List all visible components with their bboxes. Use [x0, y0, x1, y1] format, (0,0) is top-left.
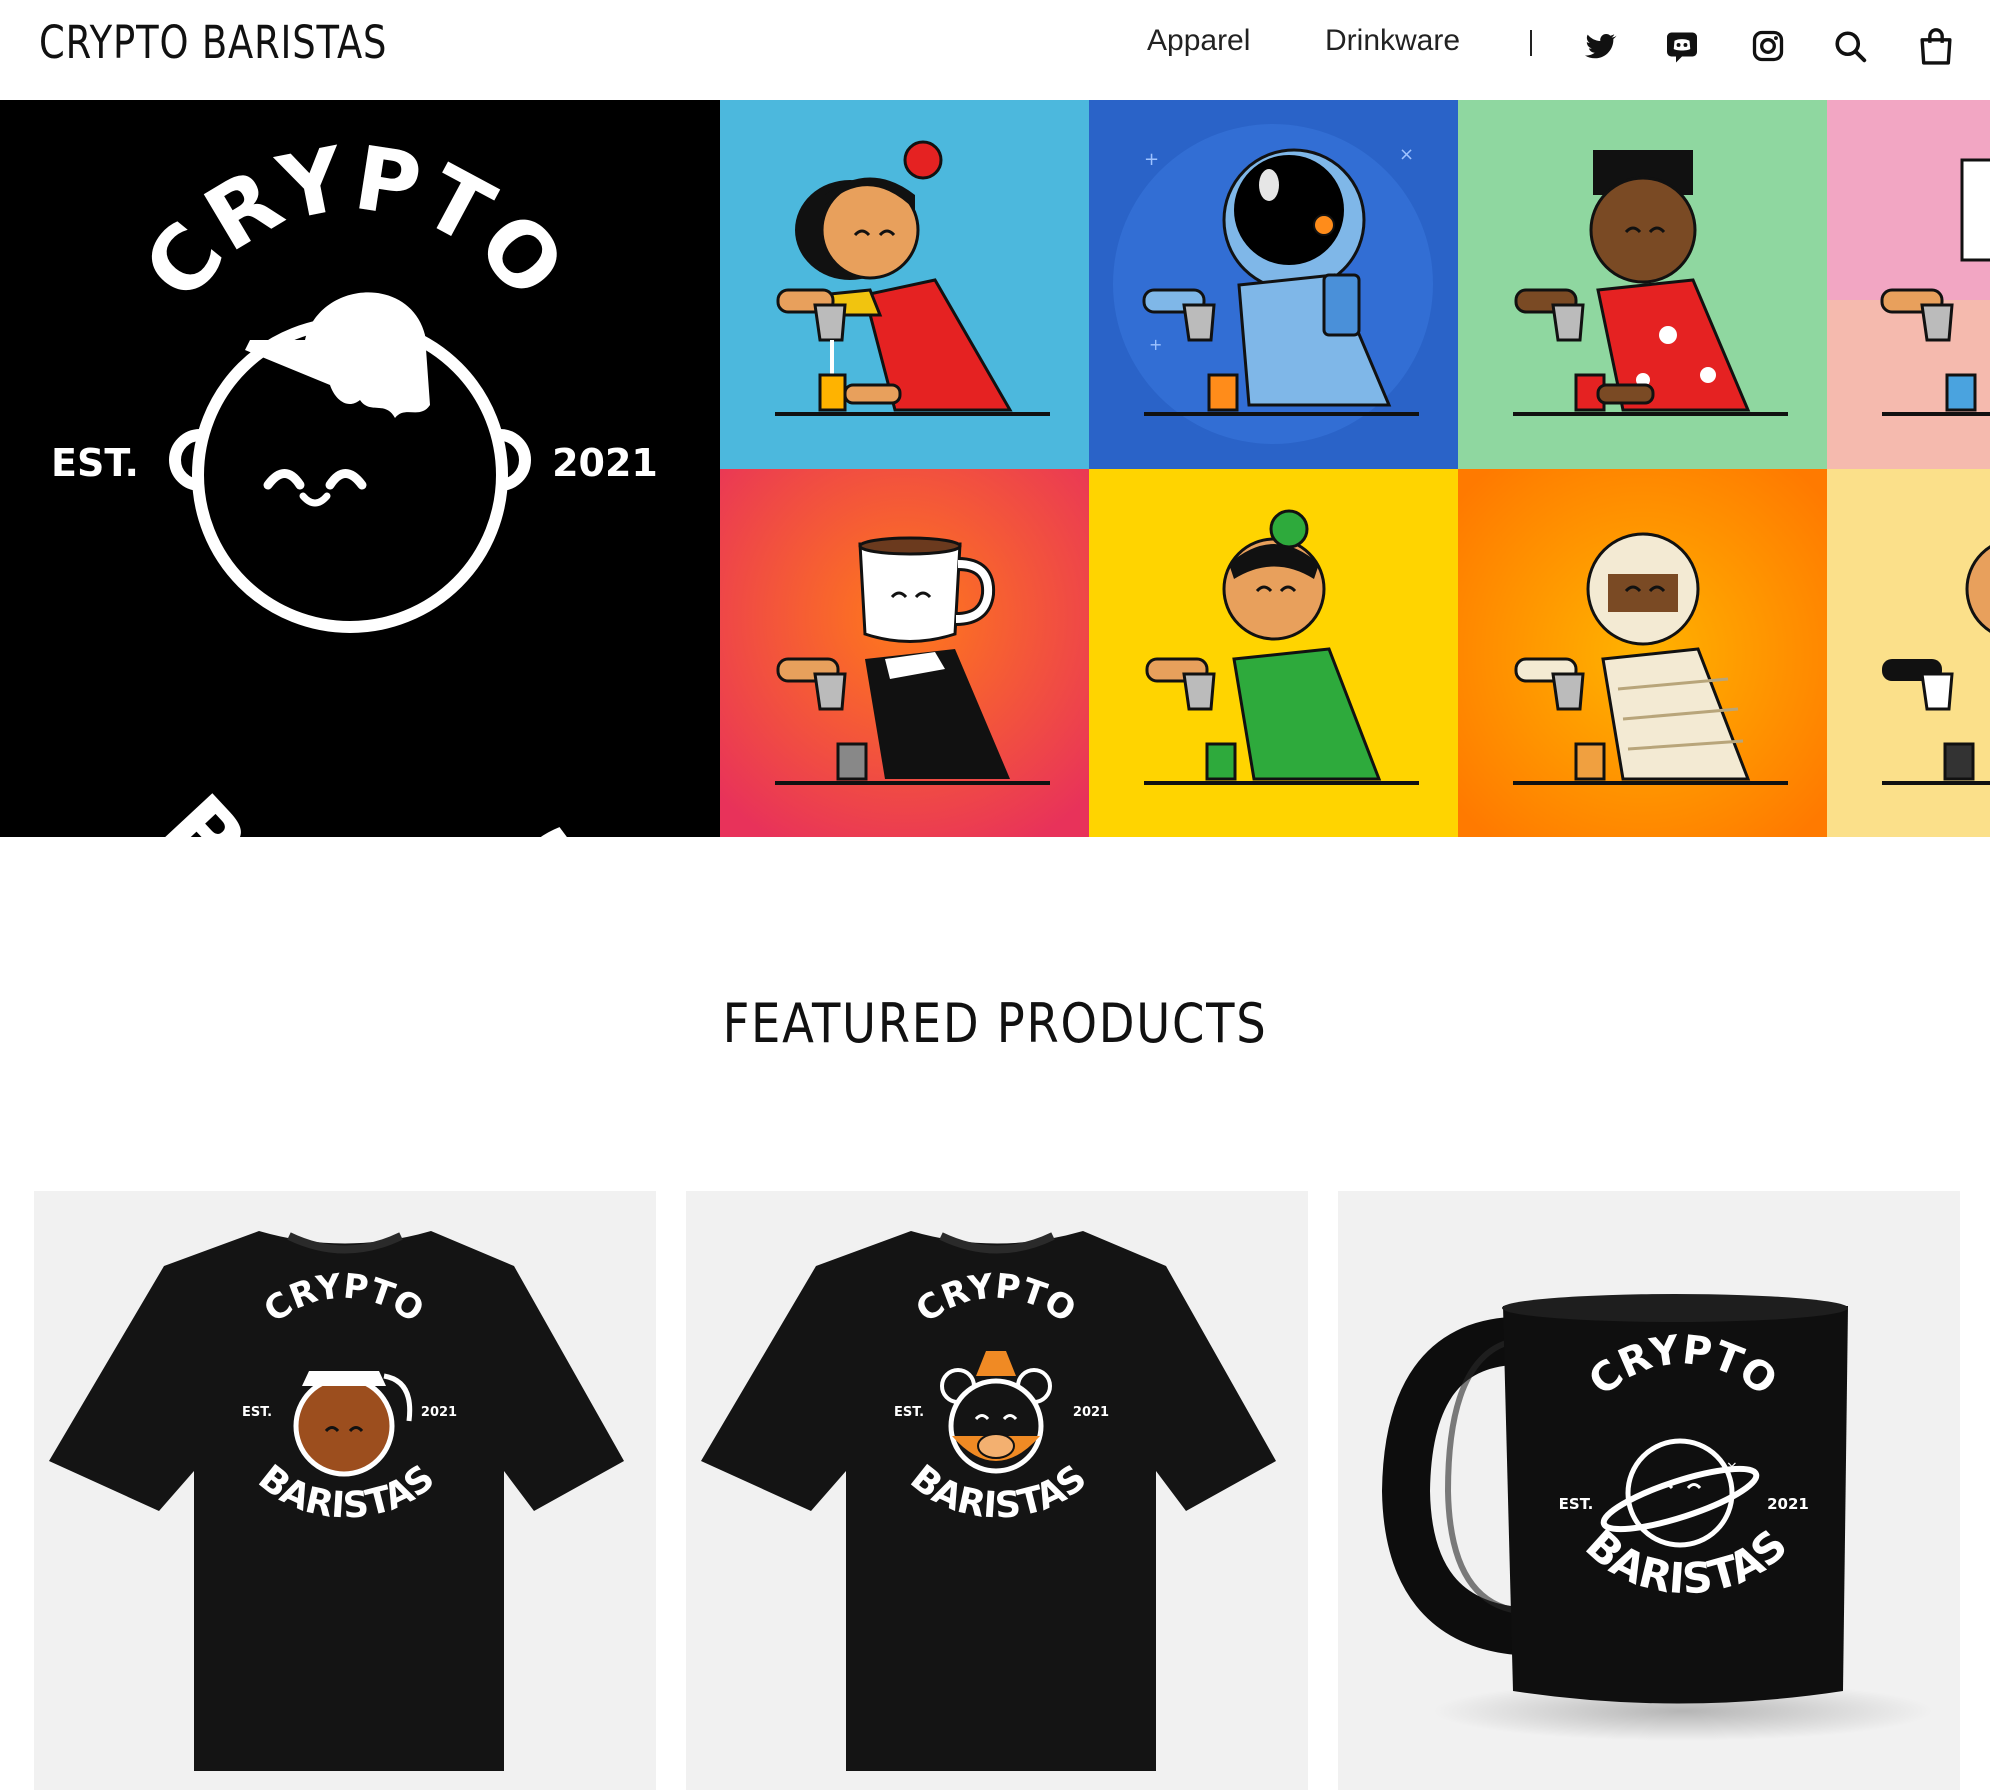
- svg-text:2021: 2021: [421, 1405, 457, 1420]
- svg-text:+: +: [1149, 335, 1162, 354]
- nav-separator: [1530, 30, 1532, 56]
- svg-text:2021: 2021: [1767, 1495, 1809, 1513]
- hero-tile-milk-carton[interactable]: [1827, 100, 1990, 469]
- svg-text:×: ×: [1399, 144, 1414, 165]
- hero-banner: CRYPTO BARISTAS EST. 2021: [0, 100, 1990, 837]
- hero-tile-mug-head[interactable]: [720, 469, 1089, 837]
- hero-tile-red-cap-barista[interactable]: [720, 100, 1089, 469]
- hero-tile-astronaut[interactable]: + × +: [1089, 100, 1458, 469]
- product-card-tshirt-bear[interactable]: CRYPTO BARISTAS EST. 2021: [686, 1191, 1308, 1790]
- hero-brand-logo: CRYPTO BARISTAS EST. 2021: [0, 100, 720, 837]
- svg-text:EST.: EST.: [894, 1405, 924, 1420]
- product-card-tshirt-coffee-pot[interactable]: CRYPTO BARISTAS EST. 2021: [34, 1191, 656, 1790]
- hero-tile-hawaiian-barista[interactable]: [1458, 100, 1827, 469]
- nav-apparel[interactable]: Apparel: [1147, 24, 1250, 58]
- svg-text:+: +: [1144, 149, 1159, 170]
- cart-icon[interactable]: [1917, 26, 1955, 66]
- hero-tile-green-cap-barista[interactable]: [1089, 469, 1458, 837]
- product-card-mug-planet[interactable]: CRYPTO BARISTAS EST. 2021 ×: [1338, 1191, 1960, 1790]
- twitter-icon[interactable]: [1582, 28, 1618, 64]
- hero-tile-mummy[interactable]: [1458, 469, 1827, 837]
- discord-icon[interactable]: [1664, 28, 1700, 64]
- svg-text:EST.: EST.: [1559, 1495, 1594, 1513]
- instagram-icon[interactable]: [1750, 28, 1786, 64]
- hero-tile-beanie-barista[interactable]: [1827, 469, 1990, 837]
- nav-drinkware[interactable]: Drinkware: [1325, 24, 1460, 58]
- search-icon[interactable]: [1832, 28, 1868, 64]
- svg-text:EST.: EST.: [242, 1405, 272, 1420]
- svg-text:CRYPTO: CRYPTO: [123, 126, 585, 319]
- svg-text:BARISTAS: BARISTAS: [141, 775, 620, 837]
- svg-text:2021: 2021: [1073, 1405, 1109, 1420]
- brand-logo[interactable]: CRYPTO BARISTAS: [39, 16, 387, 69]
- featured-products-heading: FEATURED PRODUCTS: [722, 992, 1268, 1055]
- svg-text:×: ×: [1726, 1459, 1738, 1475]
- svg-text:2021: 2021: [552, 441, 658, 485]
- svg-text:EST.: EST.: [51, 441, 139, 485]
- site-header: CRYPTO BARISTAS Apparel Drinkware: [0, 0, 1990, 100]
